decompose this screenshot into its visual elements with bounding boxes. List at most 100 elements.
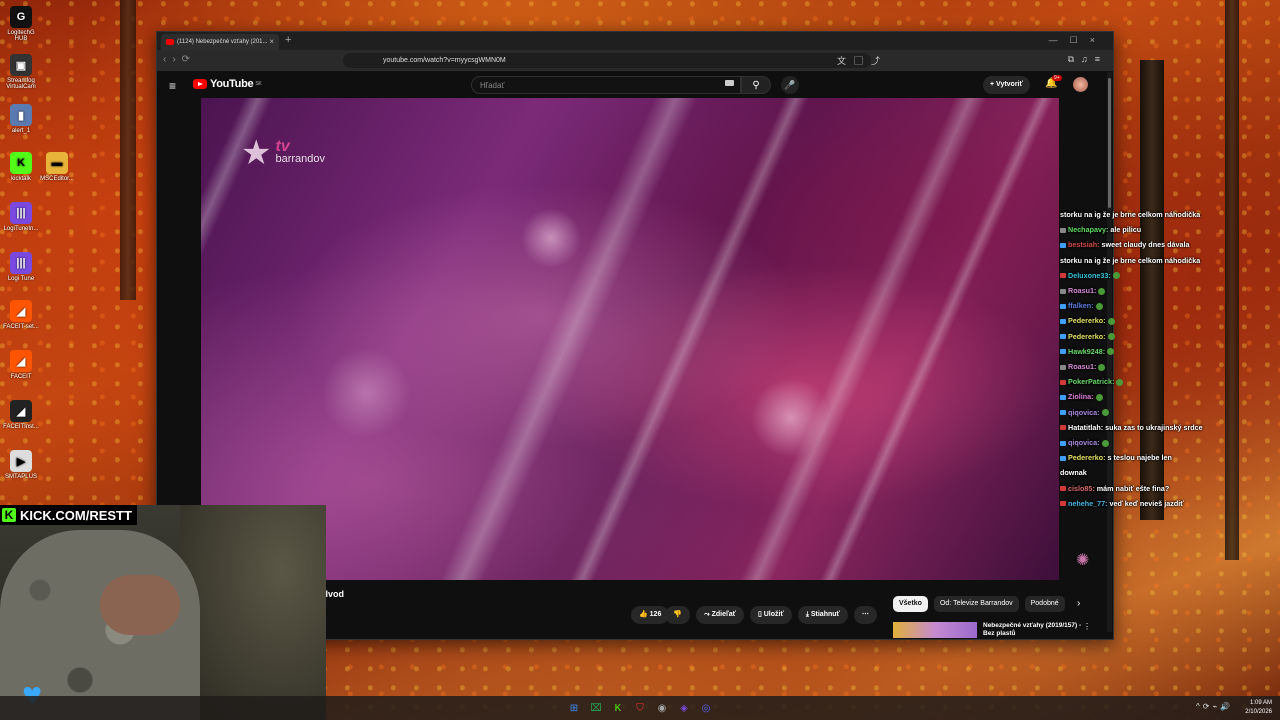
chat-badge-icon: [1060, 349, 1066, 355]
share-button[interactable]: ⤳ Zdieľať: [696, 606, 744, 624]
taskbar-app-icon[interactable]: ◉: [654, 700, 670, 716]
chat-badge-icon: [1060, 273, 1066, 279]
avatar[interactable]: [1073, 77, 1088, 92]
streamer-arm: [100, 575, 180, 635]
chat-message: Hatatitlah: suka zas to ukrajinský srdce: [1060, 420, 1260, 435]
taskbar-app-icon[interactable]: ◎: [698, 700, 714, 716]
chat-username: Pedererko:: [1068, 331, 1106, 341]
desktop-icon-label: FACEIT: [10, 374, 32, 380]
chat-username: cislo85:: [1068, 483, 1095, 493]
taskbar-app-icon[interactable]: ⛉: [632, 700, 648, 716]
chat-username: Roasu1:: [1068, 362, 1097, 372]
channel-watermark: ★ tv barrandov: [241, 134, 325, 172]
chat-message: Pedererko:: [1060, 329, 1260, 344]
youtube-logo[interactable]: YouTube SK: [193, 78, 262, 90]
desktop-icon[interactable]: ▮ alert_1: [2, 104, 40, 134]
more-actions-button[interactable]: ⋯: [853, 606, 877, 624]
app-icon: ▶: [10, 450, 32, 472]
taskbar-app-icon[interactable]: ⊞: [566, 700, 582, 716]
desktop-icon[interactable]: G LogitechG HUB: [2, 6, 40, 42]
chat-message: Pedererko:: [1060, 313, 1260, 328]
search-input[interactable]: Hľadať: [471, 76, 741, 94]
chat-message: Ziolina:: [1060, 389, 1260, 404]
desktop-icon[interactable]: ◢ FACEIT: [2, 350, 40, 380]
chat-text: sweet claudy dnes dávala: [1099, 240, 1190, 250]
new-tab-button[interactable]: +: [285, 34, 291, 46]
chat-emote-icon: [1101, 439, 1109, 447]
desktop-icon[interactable]: ◢ FACEITInst...: [2, 400, 40, 430]
save-button[interactable]: ▯ Uložiť: [749, 606, 792, 624]
keyboard-icon[interactable]: [725, 80, 734, 86]
chat-badge-icon: [1060, 395, 1066, 401]
chat-emote-icon: [1107, 348, 1115, 356]
clock-time: 1:09 AM: [1249, 700, 1272, 706]
chat-badge-icon: [1060, 243, 1066, 248]
create-button[interactable]: + Vytvoriť: [983, 76, 1030, 94]
chip-from-channel[interactable]: Od: Televize Barrandov: [933, 596, 1019, 612]
address-bar-row: ‹›⟳ 🔖 youtube.com/watch?v=myycsgWMN0M 文▢…: [157, 50, 1113, 72]
desktop-icon[interactable]: ||| Logi Tune: [2, 252, 40, 282]
desktop-icon[interactable]: ||| LogiTuneIn...: [2, 202, 40, 232]
url-field[interactable]: youtube.com/watch?v=myycsgWMN0M: [343, 53, 871, 68]
chat-username: qiqovica:: [1068, 438, 1100, 448]
nav-buttons[interactable]: ‹›⟳: [163, 54, 196, 65]
search-button[interactable]: ⚲: [741, 76, 771, 94]
download-button[interactable]: ⤓ Stiahnuť: [797, 606, 848, 624]
taskbar-clock[interactable]: 1:09 AM 2/10/2026: [1242, 699, 1272, 717]
browser-menu-icons[interactable]: ⧉♫≡: [1068, 54, 1107, 65]
chips-next-icon[interactable]: ›: [1077, 598, 1080, 609]
chat-badge-icon: [1060, 227, 1066, 233]
chat-message: Deluxone33:: [1060, 268, 1260, 283]
desktop-icon[interactable]: ▶ SMTAPLUS: [2, 450, 40, 480]
desktop-icon[interactable]: ▣ Streamfog VirtualCam: [2, 54, 40, 90]
chat-username: Ziolina:: [1068, 392, 1094, 402]
taskbar-app-icon[interactable]: K: [610, 700, 626, 716]
chat-badge-icon: [1060, 364, 1066, 370]
chat-message: Roasu1:: [1060, 359, 1260, 374]
chip-related[interactable]: Podobné: [1024, 596, 1065, 612]
tab-close-icon[interactable]: ×: [269, 37, 274, 46]
chat-username: Pedererko:: [1068, 316, 1106, 326]
system-tray-icons[interactable]: ^⟳⌁🔊: [1196, 702, 1233, 711]
scrollbar-thumb[interactable]: [1108, 78, 1111, 208]
recommended-thumbnail[interactable]: [893, 622, 977, 638]
desktop-icon[interactable]: Kkicktalk: [2, 152, 40, 182]
taskbar-app-icon[interactable]: ◈: [676, 700, 692, 716]
desktop-icon[interactable]: ▬ MSCEditor...: [38, 152, 76, 182]
recommended-more-icon[interactable]: ⋮: [1083, 622, 1091, 631]
chat-message: Nechapavy: ale pilicu: [1060, 222, 1260, 237]
chat-username: ffalken:: [1068, 301, 1094, 311]
chat-username: PokerPatrick:: [1068, 377, 1115, 387]
chat-message: downak: [1060, 465, 1260, 480]
menu-icon[interactable]: ≡: [169, 79, 176, 93]
tab-youtube[interactable]: (1124) Nebezpečné vzťahy (201... ×: [161, 34, 279, 50]
dislike-button[interactable]: 👎: [665, 606, 691, 624]
chat-text: suka zas to ukrajinský srdce: [1103, 422, 1203, 432]
mic-icon[interactable]: 🎤: [781, 76, 799, 94]
bokeh-light: [751, 378, 831, 458]
chat-emote-icon: [1095, 302, 1103, 310]
chip-all[interactable]: Všetko: [893, 596, 928, 612]
barrandov-star-icon: ★: [241, 134, 272, 172]
page-tools-icons[interactable]: 文▢⤴: [837, 54, 888, 67]
chat-username: Hatatitlah:: [1068, 422, 1104, 432]
window-controls[interactable]: —☐×: [1049, 35, 1107, 46]
chat-text: mám nabiť ešte fina?: [1094, 483, 1170, 493]
webcam-overlay: [0, 505, 326, 720]
taskbar-app-icon[interactable]: ⌧: [588, 700, 604, 716]
like-button[interactable]: 👍 126: [631, 606, 670, 624]
light-streak: [416, 98, 718, 580]
recommended-title[interactable]: Nebezpečné vzťahy (2019/157) - Bez plast…: [983, 622, 1087, 638]
chat-text: storku na ig že je brne celkom náhodička: [1060, 210, 1201, 219]
recommended-video[interactable]: Nebezpečné vzťahy (2019/157) - Bez plast…: [893, 622, 1093, 638]
chat-emote-icon: [1101, 409, 1109, 417]
chat-message: storku na ig že je brne celkom náhodička: [1060, 207, 1260, 222]
kick-url-banner: K KICK.COM/RESTT: [0, 505, 137, 525]
chat-text: downak: [1060, 468, 1087, 478]
app-icon: K: [10, 152, 32, 174]
chat-message: PokerPatrick:: [1060, 374, 1260, 389]
desktop-icon-label: MSCEditor...: [40, 176, 74, 182]
desktop-icon[interactable]: ◢ FACEIT-set...: [2, 300, 40, 330]
chat-badge-icon: [1060, 303, 1066, 309]
video-player[interactable]: ★ tv barrandov: [201, 98, 1059, 580]
